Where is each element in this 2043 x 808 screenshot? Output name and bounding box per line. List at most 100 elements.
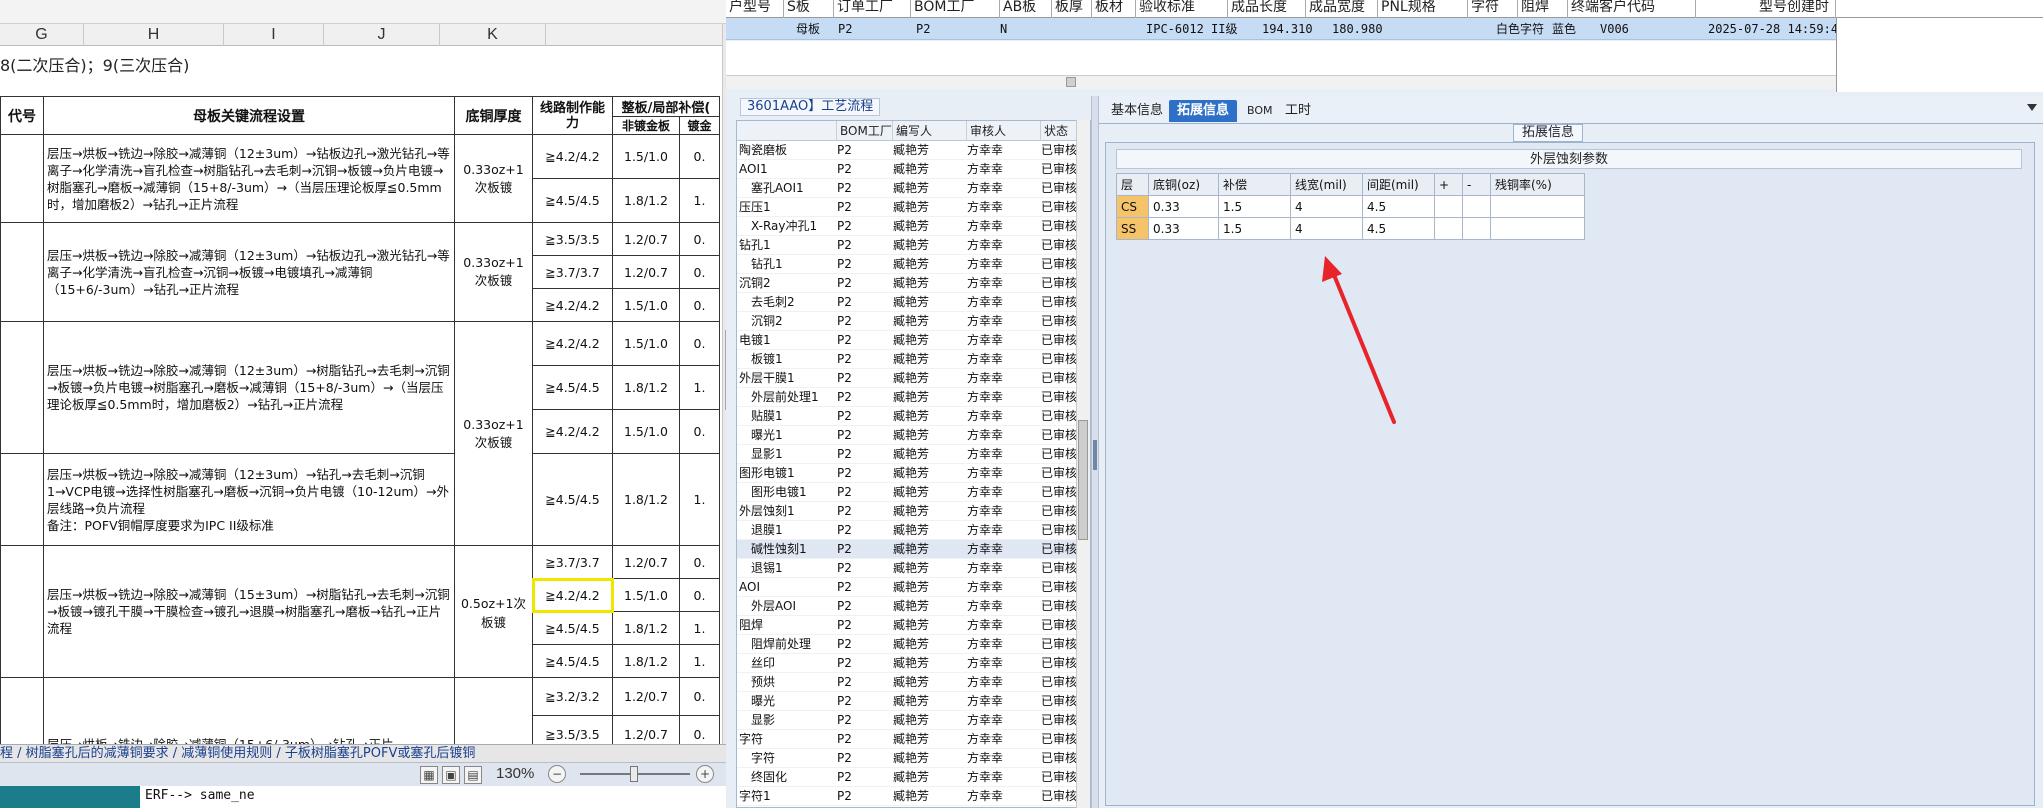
code-cell[interactable] [0,453,44,546]
gold-cell[interactable]: 0. [679,288,720,322]
comp-cell[interactable]: 1.5/1.0 [612,321,680,366]
etch-cell-base-copper[interactable]: 0.33 [1148,195,1219,218]
etch-cell-line-width[interactable]: 4 [1290,195,1363,218]
etch-cell-plus[interactable] [1434,195,1463,218]
erp-scroll-thumb[interactable] [1066,77,1076,87]
etch-row-ss[interactable]: SS 0.33 1.5 4 4.5 [1116,217,1585,240]
zoom-level[interactable]: 130% [496,765,534,782]
gold-cell[interactable]: 0. [679,677,720,716]
copper-cell[interactable] [454,677,533,746]
process-row[interactable]: 陶瓷磨板 P2 臧艳芳 方幸幸 已审核 [737,141,1090,160]
flow-cell[interactable]: 层压→烘板→铣边→除胶→减薄铜（12±3um）→钻板边孔→激光钻孔→等离子→化学… [43,222,455,322]
process-row[interactable]: 图形电镀1 P2 臧艳芳 方幸幸 已审核 [737,464,1090,483]
process-row[interactable]: 退锡1 P2 臧艳芳 方幸幸 已审核 [737,559,1090,578]
capability-cell-selected[interactable]: ≧4.2/4.2 [531,577,614,613]
comp-cell[interactable]: 1.2/0.7 [612,222,680,256]
col-order-factory[interactable]: 订单工厂 [834,0,911,18]
capability-cell[interactable]: ≧3.7/3.7 [532,255,613,289]
etch-col-spacing[interactable]: 间距(mil) [1362,173,1435,196]
header-flow[interactable]: 母板关键流程设置 [43,96,455,135]
process-flow-list[interactable]: BOM工厂 编写人 审核人 状态 陶瓷磨板 P2 臧艳芳 方幸幸 已审核 AOI1 P2 臧艳… [736,120,1091,808]
copper-cell[interactable]: 0.5oz+1次板镀 [454,545,533,678]
comp-cell[interactable]: 1.5/1.0 [612,134,680,179]
process-list-scroll-thumb[interactable] [1078,420,1088,540]
gold-cell[interactable]: 1. [679,611,720,645]
gold-cell[interactable]: 0. [679,134,720,179]
process-row[interactable]: 贴膜1 P2 臧艳芳 方幸幸 已审核 [737,407,1090,426]
header-capability[interactable]: 线路制作能力 [532,96,613,135]
gold-cell[interactable]: 0. [679,222,720,256]
comp-cell[interactable]: 1.8/1.2 [612,644,680,678]
capability-cell[interactable]: ≧4.5/4.5 [532,611,613,645]
etch-col-plus[interactable]: + [1434,173,1463,196]
comp-cell[interactable]: 1.8/1.2 [612,178,680,223]
erp-selected-row[interactable]: 母板 P2 P2 N IPC-6012 II级 194.310 180.980 … [726,18,1845,40]
etch-params-grid[interactable]: 层 底铜(oz) 补偿 线宽(mil) 间距(mil) + - 残铜率(%) C… [1116,173,1585,240]
erp-horizontal-scrollbar[interactable] [726,75,1836,89]
capability-cell[interactable]: ≧4.2/4.2 [532,321,613,366]
gold-cell[interactable]: 0. [679,578,720,612]
tab-bom[interactable]: BOM [1239,100,1281,122]
comp-cell[interactable]: 1.8/1.2 [612,611,680,645]
process-row[interactable]: 丝印 P2 臧艳芳 方幸幸 已审核 [737,654,1090,673]
gold-cell[interactable]: 1. [679,365,720,410]
process-row[interactable]: 预烘 P2 臧艳芳 方幸幸 已审核 [737,673,1090,692]
header-comp-gold[interactable]: 镀金 [679,116,720,135]
capability-cell[interactable]: ≧4.5/4.5 [532,178,613,223]
process-row[interactable]: 钻孔1 P2 臧艳芳 方幸幸 已审核 [737,255,1090,274]
process-row[interactable]: 外层干膜1 P2 臧艳芳 方幸幸 已审核 [737,369,1090,388]
etch-col-residual[interactable]: 残铜率(%) [1490,173,1585,196]
header-compensation[interactable]: 整板/局部补偿( [612,96,720,117]
gold-cell[interactable]: 1. [679,453,720,546]
column-header-j[interactable]: J [324,24,440,46]
process-row[interactable]: 显影1 P2 臧艳芳 方幸幸 已审核 [737,445,1090,464]
zoom-slider-thumb[interactable] [630,766,638,782]
etch-cell-spacing[interactable]: 4.5 [1362,217,1435,240]
code-cell[interactable] [0,321,44,454]
col-pnl[interactable]: PNL规格 [1378,0,1468,18]
process-row[interactable]: 外层蚀刻1 P2 臧艳芳 方幸幸 已审核 [737,502,1090,521]
col-width[interactable]: 成品宽度 [1306,0,1378,18]
tab-work-hours[interactable]: 工时 [1277,100,1319,122]
etch-col-base-copper[interactable]: 底铜(oz) [1148,173,1219,196]
splitter-grip[interactable] [1093,440,1097,470]
comp-cell[interactable]: 1.5/1.0 [612,409,680,454]
process-row[interactable]: 外层AOI P2 臧艳芳 方幸幸 已审核 [737,597,1090,616]
process-row[interactable]: 去毛刺2 P2 臧艳芳 方幸幸 已审核 [737,293,1090,312]
normal-view-icon[interactable]: ▦ [420,766,438,784]
col-mask[interactable]: 阻焊 [1518,0,1568,18]
etch-cell-base-copper[interactable]: 0.33 [1148,217,1219,240]
process-row[interactable]: 钻孔1 P2 臧艳芳 方幸幸 已审核 [737,236,1090,255]
code-cell[interactable] [0,545,44,678]
code-cell[interactable] [0,134,44,223]
etch-cell-minus[interactable] [1462,195,1491,218]
process-row[interactable]: 终固化 P2 臧艳芳 方幸幸 已审核 [737,768,1090,787]
col-material[interactable]: 板材 [1092,0,1136,18]
flow-cell[interactable]: 层压→烘板→铣边→除胶→减薄铜（12±3um）→钻板边孔→激光钻孔→等离子→化学… [43,134,455,223]
column-header-g[interactable]: G [0,24,84,46]
process-row[interactable]: 电镀1 P2 臧艳芳 方幸幸 已审核 [737,331,1090,350]
col-s-board[interactable]: S板 [784,0,834,18]
process-row[interactable]: 显影 P2 臧艳芳 方幸幸 已审核 [737,711,1090,730]
sheet-tabs[interactable]: 程 / 树脂塞孔后的减薄铜要求 / 减薄铜使用规则 / 子板树脂塞孔POFV或塞… [0,744,740,762]
flow-cell[interactable]: 层压→烘板→铣边→除胶→减薄铜（12±3um）→树脂钻孔→去毛刺→沉铜→板镀→负… [43,321,455,454]
col-step[interactable] [737,121,837,141]
capability-cell[interactable]: ≧3.2/3.2 [532,677,613,716]
process-row[interactable]: 阻焊前处理 P2 臧艳芳 方幸幸 已审核 [737,635,1090,654]
process-row[interactable]: 外层前处理1 P2 臧艳芳 方幸幸 已审核 [737,388,1090,407]
process-row[interactable]: 沉铜2 P2 臧艳芳 方幸幸 已审核 [737,274,1090,293]
comp-cell[interactable]: 1.2/0.7 [612,545,680,579]
column-header-i[interactable]: I [224,24,324,46]
col-status[interactable]: 状态 [1041,121,1081,141]
process-row[interactable]: 图形电镀1 P2 臧艳芳 方幸幸 已审核 [737,483,1090,502]
copper-cell[interactable]: 0.33oz+1次板镀 [454,134,533,223]
col-ab-board[interactable]: AB板 [1000,0,1052,18]
gold-cell[interactable]: 1. [679,178,720,223]
process-row[interactable]: 塞孔AOI1 P2 臧艳芳 方幸幸 已审核 [737,179,1090,198]
process-row[interactable]: 板镀1 P2 臧艳芳 方幸幸 已审核 [737,350,1090,369]
gold-cell[interactable]: 0. [679,255,720,289]
sheet-note[interactable]: 8(二次压合)；9(三次压合) [0,52,189,76]
header-comp-non-gold[interactable]: 非镀金板 [612,116,680,135]
flow-cell[interactable]: 层压→烘板→铣边→除胶→减薄铜（15+6/-3um）→钻孔→正片 [43,677,455,746]
gold-cell[interactable]: 1. [679,644,720,678]
